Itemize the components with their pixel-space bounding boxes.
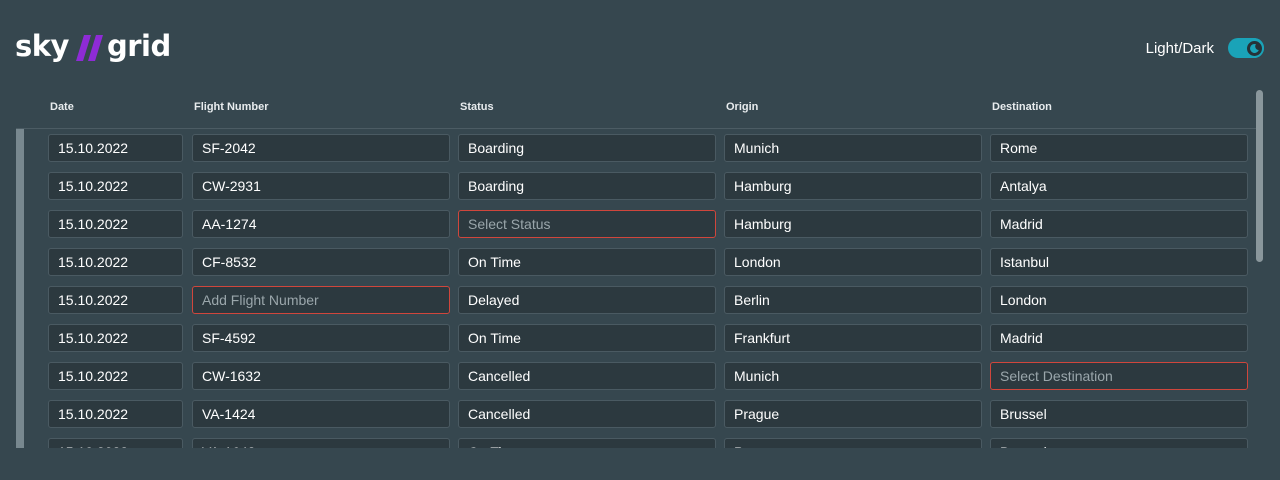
origin-cell[interactable]: Hamburg (724, 172, 982, 200)
date-cell[interactable]: 15.10.2022 (48, 134, 183, 162)
origin-cell[interactable]: London (724, 248, 982, 276)
origin-cell[interactable]: Berlin (724, 286, 982, 314)
logo-text-sky: sky (15, 29, 69, 63)
theme-toggle[interactable] (1228, 38, 1264, 58)
column-header-flight-number[interactable]: Flight Number (194, 101, 269, 113)
date-cell[interactable]: 15.10.2022 (48, 324, 183, 352)
flight-number-cell[interactable]: AA-1274 (192, 210, 450, 238)
destination-cell[interactable]: Select Destination (990, 362, 1248, 390)
column-header-date[interactable]: Date (50, 101, 74, 113)
destination-cell[interactable]: Brussel (990, 400, 1248, 428)
flight-number-cell[interactable]: SF-2042 (192, 134, 450, 162)
flight-number-cell[interactable]: SF-4592 (192, 324, 450, 352)
table-row: 15.10.2022 CW-2931 Boarding Hamburg Antalya (16, 166, 1256, 204)
status-cell[interactable]: Boarding (458, 134, 716, 162)
destination-cell[interactable]: Madrid (990, 324, 1248, 352)
table-row: 15.10.2022 SF-2042 Boarding Munich Rome (16, 128, 1256, 166)
column-header-origin[interactable]: Origin (726, 101, 758, 113)
logo-text-grid: grid (106, 29, 171, 63)
destination-cell[interactable]: Rome (990, 134, 1248, 162)
toggle-knob[interactable] (1244, 38, 1264, 58)
status-cell[interactable]: Cancelled (458, 400, 716, 428)
flight-number-cell[interactable]: CW-1632 (192, 362, 450, 390)
flight-number-cell[interactable]: Add Flight Number (192, 286, 450, 314)
flight-number-cell[interactable]: CW-2931 (192, 172, 450, 200)
date-cell[interactable]: 15.10.2022 (48, 248, 183, 276)
origin-cell[interactable]: Frankfurt (724, 324, 982, 352)
logo-slashes-icon (75, 35, 103, 61)
destination-cell[interactable]: Antalya (990, 172, 1248, 200)
status-cell[interactable]: Boarding (458, 172, 716, 200)
vertical-scrollbar[interactable] (1256, 90, 1264, 448)
flight-grid: Date Flight Number Status Origin Destina… (16, 90, 1264, 448)
origin-cell[interactable]: Munich (724, 134, 982, 162)
date-cell[interactable]: 15.10.2022 (48, 172, 183, 200)
skygrid-logo: sky grid (15, 28, 171, 64)
origin-cell[interactable]: Munich (724, 362, 982, 390)
origin-cell[interactable]: Prague (724, 438, 982, 448)
table-row: 15.10.2022 CW-1632 Cancelled Munich Select D… (16, 356, 1256, 394)
status-cell[interactable]: Cancelled (458, 362, 716, 390)
status-cell[interactable]: On Time (458, 248, 716, 276)
flight-number-cell[interactable]: VA-1648 (192, 438, 450, 448)
moon-icon (1246, 40, 1262, 56)
date-cell[interactable]: 15.10.2022 (48, 286, 183, 314)
destination-cell[interactable]: London (990, 286, 1248, 314)
date-cell[interactable]: 15.10.2022 (48, 400, 183, 428)
table-row: 15.10.2022 SF-4592 On Time Frankfurt Madrid (16, 318, 1256, 356)
table-row: 15.10.2022 VA-1424 Cancelled Prague Brussel (16, 394, 1256, 432)
date-cell[interactable]: 15.10.2022 (48, 438, 183, 448)
grid-header: Date Flight Number Status Origin Destina… (16, 90, 1256, 129)
origin-cell[interactable]: Prague (724, 400, 982, 428)
theme-label: Light/Dark (1145, 39, 1214, 57)
destination-cell[interactable]: Brussel (990, 438, 1248, 448)
table-row: 15.10.2022 Add Flight Number Delayed Berlin… (16, 280, 1256, 318)
table-row: 15.10.2022 CF-8532 On Time London Istanbul (16, 242, 1256, 280)
date-cell[interactable]: 15.10.2022 (48, 362, 183, 390)
destination-cell[interactable]: Istanbul (990, 248, 1248, 276)
flight-number-cell[interactable]: CF-8532 (192, 248, 450, 276)
status-cell[interactable]: Select Status (458, 210, 716, 238)
column-header-destination[interactable]: Destination (992, 101, 1052, 113)
scrollbar-thumb[interactable] (1256, 90, 1263, 262)
date-cell[interactable]: 15.10.2022 (48, 210, 183, 238)
status-cell[interactable]: On Time (458, 324, 716, 352)
theme-switch: Light/Dark (1146, 38, 1264, 58)
column-header-status[interactable]: Status (460, 101, 494, 113)
table-row: 15.10.2022 AA-1274 Select Status Hamburg Mad… (16, 204, 1256, 242)
origin-cell[interactable]: Hamburg (724, 210, 982, 238)
table-row: 15.10.2022 VA-1648 On Time Prague Brussel (16, 432, 1256, 448)
status-cell[interactable]: Delayed (458, 286, 716, 314)
status-cell[interactable]: On Time (458, 438, 716, 448)
destination-cell[interactable]: Madrid (990, 210, 1248, 238)
flight-number-cell[interactable]: VA-1424 (192, 400, 450, 428)
